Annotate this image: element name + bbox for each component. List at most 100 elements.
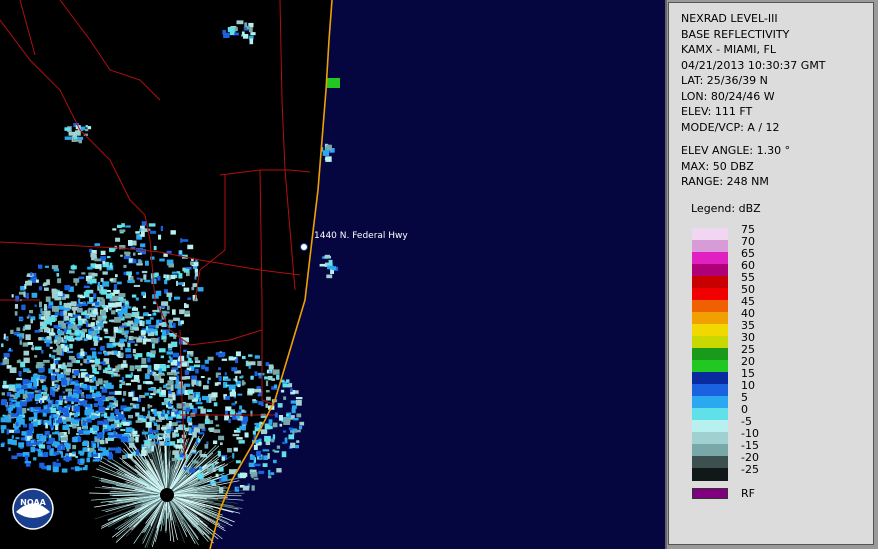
echo-cell	[148, 223, 156, 227]
echo-cell	[95, 358, 101, 365]
echo-cell	[228, 418, 231, 423]
echo-cell	[66, 371, 70, 376]
echo-cell	[111, 423, 116, 428]
echo-cell	[94, 326, 99, 329]
echo-cell	[63, 419, 67, 425]
echo-cell	[15, 422, 19, 427]
echo-cell	[101, 388, 108, 393]
echo-cell	[241, 409, 245, 413]
echo-cell	[150, 409, 154, 412]
echo-cell	[168, 263, 174, 268]
echo-cell	[110, 412, 114, 418]
echo-cell	[217, 450, 221, 457]
echo-cell	[147, 369, 150, 374]
echo-cell	[218, 435, 225, 441]
echo-cell	[118, 293, 126, 298]
echo-cell	[58, 434, 61, 441]
echo-cell	[89, 278, 97, 284]
echo-cell	[145, 319, 152, 325]
echo-cell	[60, 310, 64, 317]
echo-cell	[100, 345, 105, 351]
echo-cell	[292, 405, 297, 409]
echo-cell	[129, 365, 135, 372]
echo-cell	[118, 343, 125, 347]
echo-cell	[171, 271, 178, 274]
echo-cell	[288, 434, 295, 440]
echo-cell	[331, 266, 337, 271]
echo-cell	[56, 459, 59, 462]
echo-cell	[213, 440, 218, 445]
echo-cell	[135, 420, 143, 423]
echo-cell	[111, 319, 115, 323]
echo-cell	[151, 445, 154, 452]
radar-map-canvas: 1440 N. Federal Hwy NOAA	[0, 0, 665, 549]
echo-cell	[124, 251, 130, 255]
echo-cell	[12, 404, 16, 409]
echo-cell	[20, 437, 25, 441]
echo-cell	[36, 435, 40, 439]
echo-cell	[136, 263, 143, 266]
echo-cell	[92, 443, 97, 449]
echo-cell	[132, 348, 136, 353]
echo-cell	[30, 272, 33, 276]
location-marker[interactable]	[300, 243, 308, 251]
echo-cell	[141, 357, 147, 364]
echo-cell	[268, 419, 273, 425]
echo-cell	[166, 405, 169, 408]
echo-cell	[11, 439, 16, 445]
echo-cell	[221, 475, 228, 481]
echo-cell	[206, 409, 212, 412]
echo-cell	[154, 413, 159, 417]
echo-cell	[23, 350, 30, 356]
echo-cell	[133, 284, 141, 287]
echo-cell	[30, 439, 34, 444]
echo-cell	[81, 303, 88, 306]
radar-map[interactable]: 1440 N. Federal Hwy NOAA	[0, 0, 667, 549]
echo-cell	[168, 420, 172, 427]
echo-cell	[265, 390, 270, 393]
echo-cell	[43, 451, 48, 455]
echo-cell	[271, 378, 276, 381]
echo-cell	[73, 309, 76, 315]
echo-cell	[97, 398, 102, 402]
echo-cell	[16, 334, 23, 337]
echo-cell	[224, 414, 229, 421]
echo-cell	[178, 282, 184, 285]
echo-cell	[112, 228, 117, 231]
echo-cell	[183, 287, 190, 292]
echo-cell	[96, 433, 104, 439]
echo-cell	[55, 400, 59, 405]
echo-cell	[141, 431, 149, 435]
echo-cell	[280, 389, 285, 393]
echo-cell	[120, 325, 127, 328]
echo-cell	[40, 400, 43, 405]
echo-cell	[65, 368, 72, 373]
echo-cell	[183, 268, 190, 273]
echo-cell	[55, 462, 61, 467]
echo-cell	[151, 343, 155, 349]
echo-cell	[211, 483, 216, 487]
echo-cell	[199, 450, 203, 455]
echo-cell	[102, 281, 110, 287]
echo-cell	[30, 319, 33, 324]
echo-cell	[241, 355, 246, 360]
echo-cell	[192, 460, 199, 464]
echo-cell	[156, 388, 161, 393]
echo-cell	[162, 311, 170, 314]
echo-cell	[73, 406, 80, 412]
echo-cell	[236, 487, 239, 490]
echo-cell	[281, 451, 287, 458]
echo-cell	[292, 430, 295, 436]
echo-cell	[108, 453, 114, 460]
echo-cell	[48, 301, 54, 306]
echo-cell	[117, 423, 120, 428]
echo-cell	[184, 403, 190, 408]
echo-cell	[57, 330, 63, 334]
echo-cell	[195, 402, 203, 405]
echo-cell	[168, 390, 172, 394]
echo-cell	[33, 423, 37, 427]
noaa-logo: NOAA	[12, 488, 54, 530]
echo-cell	[80, 348, 84, 352]
echo-cell	[68, 131, 75, 136]
echo-cell	[238, 440, 245, 444]
